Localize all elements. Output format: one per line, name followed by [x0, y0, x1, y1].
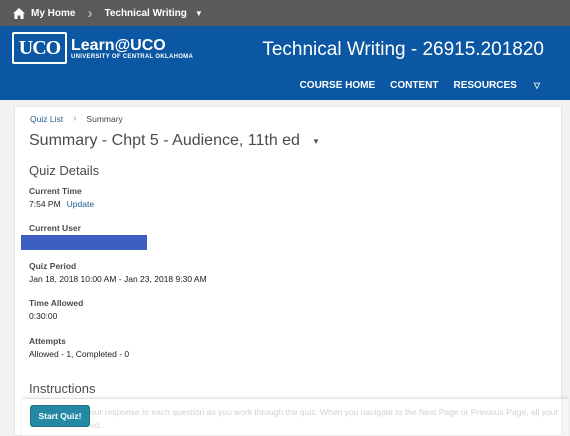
floating-button-bar: [22, 398, 568, 436]
quiz-period-label: Quiz Period: [29, 261, 77, 271]
nav-content[interactable]: CONTENT: [390, 80, 438, 91]
chevron-down-icon[interactable]: ▼: [312, 137, 320, 146]
breadcrumb-current: Summary: [86, 113, 123, 124]
nav-resources[interactable]: RESOURCES ▽: [453, 80, 555, 91]
current-time-value: 7:54 PM Update: [29, 199, 94, 209]
time-allowed-label: Time Allowed: [29, 298, 84, 308]
uco-logo-mark: UCO: [12, 32, 67, 64]
page-title: Summary - Chpt 5 - Audience, 11th ed ▼: [29, 132, 320, 150]
breadcrumb-quiz-list[interactable]: Quiz List: [30, 114, 63, 124]
page-title-text: Summary - Chpt 5 - Audience, 11th ed: [29, 132, 300, 149]
current-time-text: 7:54 PM: [29, 199, 61, 209]
attempts-label: Attempts: [29, 336, 66, 346]
attempts-value: Allowed - 1, Completed - 0: [29, 349, 130, 359]
content-panel: [14, 106, 562, 436]
chevron-down-icon[interactable]: ▼: [195, 9, 203, 18]
logo-subtitle: UNIVERSITY OF CENTRAL OKLAHOMA: [71, 53, 194, 60]
chevron-right-icon: ›: [73, 113, 77, 124]
course-selector[interactable]: Technical Writing: [104, 8, 186, 19]
quiz-details-heading: Quiz Details: [29, 163, 100, 178]
update-time-link[interactable]: Update: [67, 199, 94, 209]
chevron-down-icon: ▽: [533, 81, 540, 90]
current-time-label: Current Time: [29, 186, 82, 196]
nav-resources-label: RESOURCES: [453, 80, 517, 91]
time-allowed-value: 0:30:00: [29, 311, 58, 321]
logo-name: Learn@UCO: [71, 36, 166, 54]
nav-course-home[interactable]: COURSE HOME: [300, 80, 376, 91]
current-user-redacted: [21, 235, 147, 250]
quiz-period-value: Jan 18, 2018 10:00 AM - Jan 23, 2018 9:3…: [29, 274, 207, 284]
start-quiz-button[interactable]: Start Quiz!: [30, 405, 90, 427]
breadcrumb: Quiz List › Summary: [30, 113, 123, 124]
logo-text: Learn@UCO UNIVERSITY OF CENTRAL OKLAHOMA: [71, 37, 193, 60]
course-nav: COURSE HOME CONTENT RESOURCES ▽: [300, 80, 570, 91]
institution-logo[interactable]: UCO Learn@UCO UNIVERSITY OF CENTRAL OKLA…: [12, 32, 193, 64]
home-icon[interactable]: [12, 7, 26, 20]
my-home-link[interactable]: My Home: [31, 8, 75, 19]
instructions-heading: Instructions: [29, 381, 96, 396]
course-header: UCO Learn@UCO UNIVERSITY OF CENTRAL OKLA…: [0, 26, 570, 100]
course-title: Technical Writing - 26915.201820: [262, 39, 544, 60]
top-navbar: My Home › Technical Writing ▼: [0, 0, 570, 26]
current-user-label: Current User: [29, 223, 81, 233]
chevron-right-icon: ›: [87, 4, 93, 22]
